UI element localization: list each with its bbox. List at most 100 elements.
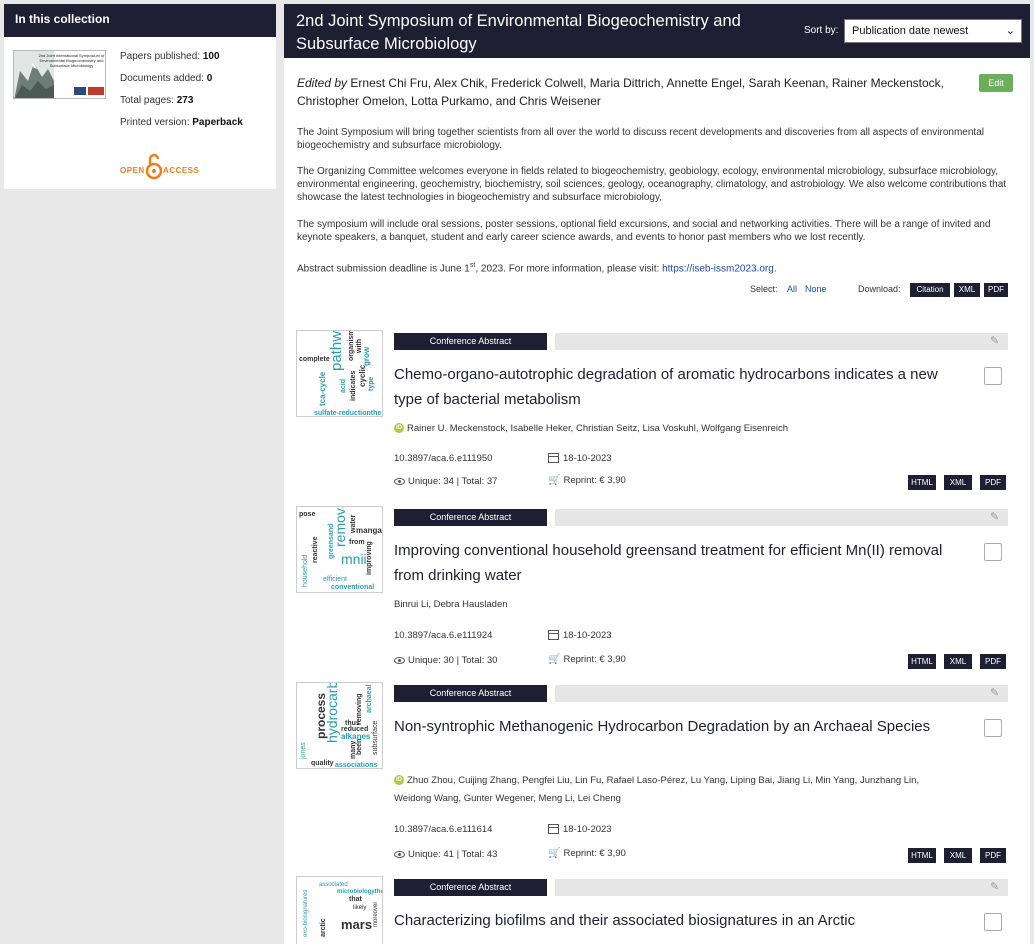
- article-select-checkbox[interactable]: [984, 543, 1002, 561]
- pencil-icon[interactable]: ✎: [990, 879, 999, 896]
- download-pdf-button[interactable]: PDF: [984, 283, 1008, 297]
- pencil-icon[interactable]: ✎: [990, 685, 999, 702]
- word-cloud-thumbnail[interactable]: associated microbiologythe that likely m…: [296, 876, 383, 944]
- pdf-button[interactable]: PDF: [980, 475, 1006, 490]
- svg-text:type: type: [368, 377, 375, 392]
- eye-icon: [394, 477, 405, 485]
- svg-text:archaeal: archaeal: [366, 685, 373, 713]
- svg-text:tca-cycle: tca-cycle: [318, 371, 327, 406]
- article-title[interactable]: Chemo-organo-autotrophic degradation of …: [394, 362, 954, 412]
- article-title[interactable]: Characterizing biofilms and their associ…: [394, 908, 954, 933]
- article-views: Unique: 41 | Total: 43: [394, 849, 497, 860]
- article-doi[interactable]: 10.3897/aca.6.e111924: [394, 630, 492, 641]
- description-paragraph-3: The symposium will include oral sessions…: [297, 219, 991, 243]
- article-type-badge: Conference Abstract: [394, 685, 547, 702]
- article-select-checkbox[interactable]: [984, 719, 1002, 737]
- pdf-button[interactable]: PDF: [980, 848, 1006, 863]
- calendar-icon: [548, 630, 559, 641]
- edit-button[interactable]: Edit: [979, 74, 1013, 92]
- eye-icon: [394, 850, 405, 858]
- svg-text:many: many: [350, 741, 357, 759]
- svg-text:moreover: moreover: [373, 902, 379, 927]
- cover-title: 2nd Joint International Symposium of Env…: [38, 53, 105, 68]
- html-button[interactable]: HTML: [908, 848, 936, 863]
- download-citation-button[interactable]: Citation: [910, 283, 950, 297]
- svg-text:cyclic: cyclic: [358, 364, 367, 387]
- article-date: 18-10-2023: [548, 630, 612, 641]
- svg-text:subsurface: subsurface: [372, 721, 379, 755]
- svg-text:removing: removing: [356, 693, 363, 725]
- stat-papers: Papers published: 100: [120, 51, 220, 62]
- article-date: 18-10-2023: [548, 824, 612, 835]
- article-toolbar: [555, 879, 1008, 896]
- svg-text:grow: grow: [362, 346, 371, 366]
- sort-select[interactable]: Publication date newest ⌄: [844, 19, 1022, 43]
- description-paragraph-2: The Organizing Committee welcomes everyo…: [297, 166, 1007, 203]
- pencil-icon[interactable]: ✎: [990, 333, 999, 350]
- collection-cover-image[interactable]: 2nd Joint International Symposium of Env…: [13, 50, 106, 99]
- select-all-link[interactable]: All: [787, 284, 797, 294]
- xml-button[interactable]: XML: [944, 848, 972, 863]
- article-toolbar: [555, 685, 1008, 702]
- svg-text:exo-biosignatures: exo-biosignatures: [303, 890, 309, 937]
- svg-text:associated: associated: [319, 882, 348, 888]
- svg-text:improving: improving: [366, 541, 373, 575]
- article-reprint[interactable]: 🛒 Reprint: € 3,90: [548, 475, 626, 486]
- cart-icon: 🛒: [548, 848, 561, 859]
- article-select-checkbox[interactable]: [984, 367, 1002, 385]
- orcid-icon[interactable]: iD: [394, 775, 404, 786]
- xml-button[interactable]: XML: [944, 654, 972, 669]
- article-select-checkbox[interactable]: [984, 913, 1002, 931]
- article-title[interactable]: Non-syntrophic Methanogenic Hydrocarbon …: [394, 714, 954, 739]
- html-button[interactable]: HTML: [908, 475, 936, 490]
- pencil-icon[interactable]: ✎: [990, 509, 999, 526]
- deadline-paragraph: Abstract submission deadline is June 1st…: [297, 262, 777, 275]
- download-xml-button[interactable]: XML: [954, 283, 980, 297]
- article-views: Unique: 30 | Total: 30: [394, 655, 497, 666]
- article-date: 18-10-2023: [548, 453, 612, 464]
- open-access-badge: OPEN ACCESS: [120, 150, 200, 182]
- html-button[interactable]: HTML: [908, 654, 936, 669]
- description-paragraph-1: The Joint Symposium will bring together …: [297, 127, 984, 151]
- calendar-icon: [548, 824, 559, 835]
- svg-text:conventional: conventional: [331, 584, 374, 591]
- symposium-link[interactable]: https://iseb-issm2023.org: [662, 263, 774, 274]
- select-none-link[interactable]: None: [805, 284, 827, 294]
- article-authors: Binrui Li, Debra Hausladen: [394, 599, 508, 610]
- open-access-access-text: ACCESS: [163, 166, 200, 175]
- orcid-icon[interactable]: iD: [394, 423, 404, 434]
- svg-text:process: process: [314, 693, 328, 739]
- article-type-badge: Conference Abstract: [394, 879, 547, 896]
- word-cloud-image: hydrocarbon process thus reduced alkanes…: [300, 683, 379, 768]
- article-doi[interactable]: 10.3897/aca.6.e111950: [394, 453, 492, 464]
- chevron-down-icon: ⌄: [1005, 25, 1015, 37]
- collection-sidebar: In this collection 2nd Joint Internation…: [4, 4, 276, 189]
- svg-text:greensand: greensand: [328, 524, 335, 559]
- open-access-open-text: OPEN: [120, 166, 145, 175]
- cover-logos: [74, 87, 104, 95]
- article-doi[interactable]: 10.3897/aca.6.e111614: [394, 824, 492, 835]
- xml-button[interactable]: XML: [944, 475, 972, 490]
- word-cloud-thumbnail[interactable]: hydrocarbon process thus reduced alkanes…: [296, 682, 383, 769]
- svg-text:mars: mars: [341, 917, 372, 932]
- word-cloud-thumbnail[interactable]: pose removal water manganese from mnii r…: [296, 506, 383, 593]
- article-reprint[interactable]: 🛒 Reprint: € 3,90: [548, 654, 626, 665]
- word-cloud-image: complete pathway organisms with grow aci…: [299, 331, 381, 417]
- article-title[interactable]: Improving conventional household greensa…: [394, 538, 954, 588]
- svg-text:jones: jones: [300, 742, 307, 760]
- svg-text:efficient: efficient: [323, 576, 347, 583]
- article-authors: iD Rainer U. Meckenstock, Isabelle Heker,…: [394, 423, 789, 434]
- article-type-badge: Conference Abstract: [394, 333, 547, 350]
- word-cloud-thumbnail[interactable]: complete pathway organisms with grow aci…: [296, 330, 383, 417]
- word-cloud-image: associated microbiologythe that likely m…: [303, 882, 382, 937]
- sort-selected-value: Publication date newest: [852, 25, 969, 37]
- article-reprint[interactable]: 🛒 Reprint: € 3,90: [548, 848, 626, 859]
- stat-documents: Documents added: 0: [120, 73, 213, 84]
- stat-printed-version: Printed version: Paperback: [120, 117, 243, 128]
- pdf-button[interactable]: PDF: [980, 654, 1006, 669]
- svg-text:been: been: [356, 739, 363, 755]
- article-views: Unique: 34 | Total: 37: [394, 476, 497, 487]
- svg-text:sulfate-reductionthe: sulfate-reductionthe: [314, 410, 381, 417]
- svg-text:from: from: [349, 539, 365, 546]
- cart-icon: 🛒: [548, 654, 561, 665]
